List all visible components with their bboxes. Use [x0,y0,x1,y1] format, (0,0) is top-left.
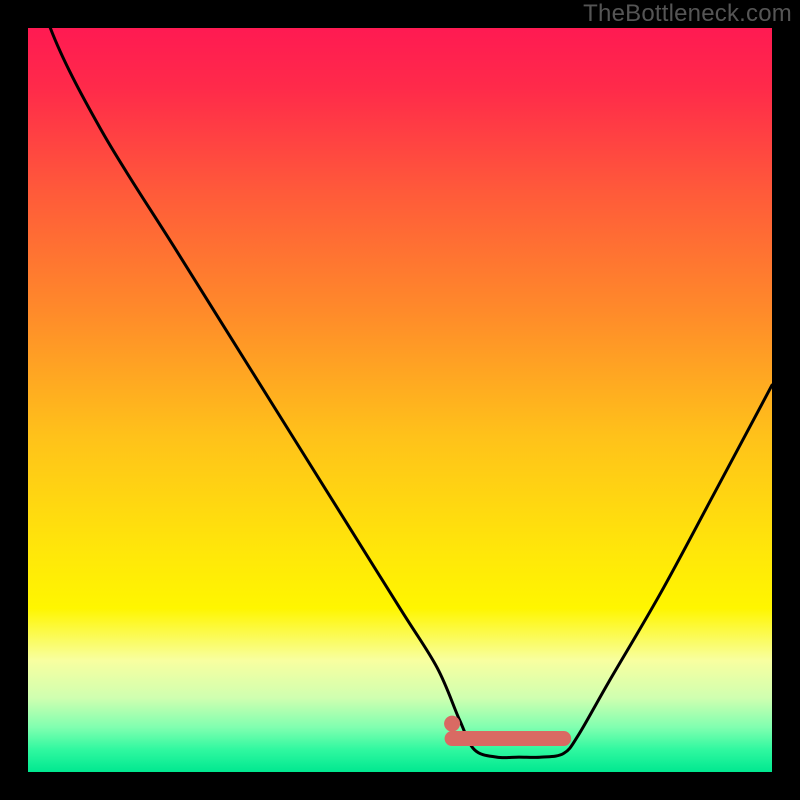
plot-area [28,28,772,772]
bottleneck-curve [28,28,772,772]
curve-path [28,28,772,758]
attribution-label: TheBottleneck.com [583,0,792,28]
chart-frame: TheBottleneck.com [0,0,800,800]
optimal-start-dot [444,716,460,732]
